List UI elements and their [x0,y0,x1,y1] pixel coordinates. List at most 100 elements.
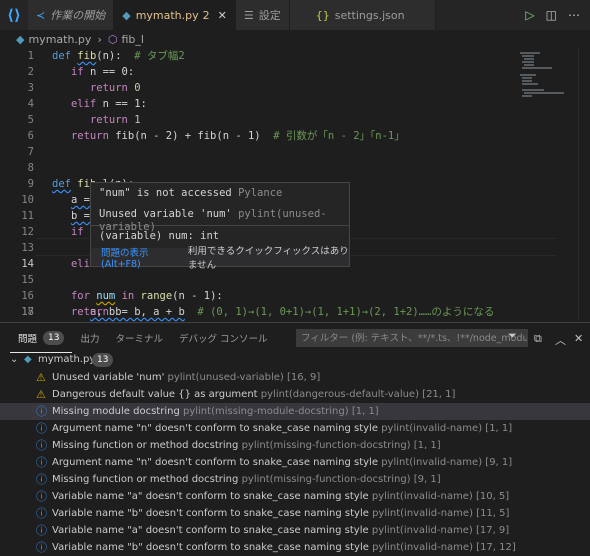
problem-source: pylint(invalid-name) [371,491,473,502]
python-icon: ◆ [24,354,32,365]
tab-label: mymath.py [135,8,199,22]
info-icon: ⓘ [36,439,47,452]
warning-icon: ⚠ [36,371,46,384]
settings-icon: ☰ [243,8,254,22]
problem-location: [9, 1] [413,474,441,485]
problem-location: [17, 12] [476,542,516,553]
problem-row[interactable]: ⚠ Dangerous default value {} as argument … [0,386,590,403]
info-icon: ⓘ [36,524,47,537]
problem-location: [1, 1] [351,406,379,417]
problem-source: pylint(missing-function-docstring) [241,440,411,451]
code-line: 15 [21,274,34,286]
problem-row[interactable]: ⓘ Argument name "n" doesn't conform to sn… [0,454,590,471]
vscode-icon: ≺ [36,8,46,22]
code-line: 7 [27,146,34,158]
tab-output[interactable]: 出力 [72,323,107,353]
problem-location: [1, 1] [413,440,441,451]
info-icon: ⓘ [36,456,47,469]
hover-status-bar: 問題の表示 (Alt+F8) 利用できるクイックフィックスはありません [91,246,349,271]
more-actions-icon[interactable]: ⋯ [568,8,580,22]
hover-message: "num" is not accessed Pylance [99,187,283,199]
problems-file-group[interactable]: ⌄ ◆ mymath.py 13 [0,351,590,369]
problem-source: pylint(dangerous-default-value) [260,389,419,400]
problem-message: Argument name "n" doesn't conform to sna… [52,457,378,468]
tab-label: settings.json [334,8,405,22]
split-editor-icon[interactable]: ◫ [546,8,557,22]
editor-scrollbar[interactable] [578,48,590,320]
breadcrumb-file[interactable]: mymath.py [28,33,91,46]
problem-message: Unused variable 'num' [52,372,165,383]
problems-panel: 問題 13 出力 ターミナル デバッグ コンソール フィルター (例: テキスト、… [0,322,590,556]
problems-count-badge: 13 [43,330,65,345]
python-icon: ◆ [122,8,131,22]
info-icon: ⓘ [36,541,47,554]
problem-message: Missing module docstring [52,406,180,417]
close-panel-icon[interactable]: ✕ [574,332,583,345]
problem-row[interactable]: ⓘ Argument name "n" doesn't conform to sn… [0,420,590,437]
problem-row[interactable]: ⓘ Variable name "b" doesn't conform to sn… [0,505,590,522]
problem-row[interactable]: ⓘ Missing module docstring pylint(missing… [0,403,590,420]
breadcrumb-symbol[interactable]: fib_l [121,33,143,46]
braces-icon: {} [315,8,330,22]
problem-count-badge: 2 [202,8,210,22]
collapse-all-icon[interactable]: ⧉ [534,332,542,346]
filter-icon[interactable]: ⏷ [508,329,517,343]
tab-label: 設定 [258,9,281,22]
hover-message: Unused variable 'num' pylint(unused-vari… [99,208,327,233]
chevron-down-icon: ⌄ [10,354,19,365]
problem-location: [16, 9] [287,372,321,383]
problems-tree: ⌄ ◆ mymath.py 13 ⚠ Unused variable 'num' … [0,351,590,556]
problem-source: pylint(invalid-name) [381,457,483,468]
info-icon: ⓘ [36,405,47,418]
breadcrumb: ◆ mymath.py › ⬡ fib_l [0,30,590,48]
problem-row[interactable]: ⓘ Variable name "b" doesn't conform to sn… [0,539,590,556]
code-line: 18 return b [21,306,122,318]
info-icon: ⓘ [36,490,47,503]
problem-message: Variable name "a" doesn't conform to sna… [52,525,369,536]
problem-source: pylint(invalid-name) [372,508,473,519]
code-line: 4 elif n == 1: [27,98,147,110]
problem-location: [21, 1] [422,389,456,400]
problem-source: pylint(invalid-name) [381,423,483,434]
tab-terminal[interactable]: ターミナル [107,323,171,353]
code-line: 3 return 0 [27,82,141,94]
chevron-up-icon[interactable]: ︿ [555,332,566,348]
problem-row[interactable]: ⚠ Unused variable 'num' pylint(unused-var… [0,369,590,386]
tab-mymath[interactable]: ◆ mymath.py 2 ✕ [114,0,236,30]
problem-message: Variable name "a" doesn't conform to sna… [52,491,369,502]
problem-message: Dangerous default value {} as argument [52,389,258,400]
problem-source: pylint(invalid-name) [372,542,473,553]
tab-problems[interactable]: 問題 13 [10,323,73,353]
problem-location: [11, 5] [476,508,510,519]
problem-location: [10, 5] [475,491,510,502]
code-line: 2 if n == 0: [27,66,135,78]
run-icon[interactable]: ▷ [525,8,534,22]
problem-row[interactable]: ⓘ Variable name "a" doesn't conform to sn… [0,488,590,505]
python-icon: ◆ [16,32,25,46]
tab-debug-console[interactable]: デバッグ コンソール [171,323,276,353]
show-problem-link[interactable]: 問題の表示 (Alt+F8) [101,245,178,270]
close-icon[interactable]: ✕ [218,9,227,22]
code-line: 6 return fib(n - 2) + fib(n - 1) # 引数が「n… [27,130,405,142]
symbol-method-icon: ⬡ [107,32,118,46]
info-icon: ⓘ [36,507,47,520]
no-quickfix-text: 利用できるクイックフィックスはありません [187,246,349,271]
tab-welcome[interactable]: ≺ 作業の開始 [28,0,115,30]
minimap[interactable] [518,48,568,320]
code-line: 5 return 1 [27,114,141,126]
tab-label: 作業の開始 [50,9,106,22]
editor-tab-bar: ⟨⟩ ≺ 作業の開始 ◆ mymath.py 2 ✕ ☰ 設定 {} setti… [0,0,590,30]
tab-settings-json[interactable]: {} settings.json [289,0,436,30]
problem-row[interactable]: ⓘ Variable name "a" doesn't conform to sn… [0,522,590,539]
problem-row[interactable]: ⓘ Missing function or method docstring py… [0,471,590,488]
problem-message: Variable name "b" doesn't conform to sna… [52,542,369,553]
problem-row[interactable]: ⓘ Missing function or method docstring py… [0,437,590,454]
vscode-icon: ⟨⟩ [7,6,21,24]
problem-location: [17, 9] [475,525,510,536]
problem-source: pylint(missing-module-docstring) [182,406,349,417]
problems-filter-input[interactable]: フィルター (例: テキスト、**/*.ts、!**/node_modules/… [296,329,528,347]
problem-source: pylint(missing-function-docstring) [241,474,411,485]
hover-tooltip: "num" is not accessed Pylance Unused var… [90,182,350,271]
tab-settings[interactable]: ☰ 設定 [235,0,290,30]
chevron-right-icon: › [97,32,102,46]
